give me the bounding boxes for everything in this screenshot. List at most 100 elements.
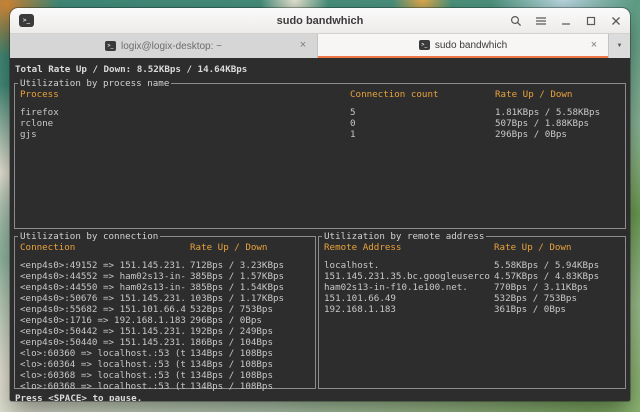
connection-count: 0 <box>350 118 495 129</box>
tab-bar: >_ logix@logix-desktop: ~ × >_ sudo band… <box>10 34 630 58</box>
rate-up-down: 532Bps / 753Bps <box>494 293 625 304</box>
remote-address: 151.101.66.49 <box>324 293 494 304</box>
connection-name: <enp4s0>:50442 => 151.145.231. <box>20 326 190 337</box>
rate-up-down: 296Bps / 0Bps <box>190 315 315 326</box>
connection-count: 1 <box>350 129 495 140</box>
remote-row: 151.101.66.49 532Bps / 753Bps <box>324 293 625 304</box>
remote-address-utilization-box: Utilization by remote address Remote Add… <box>318 236 626 389</box>
maximize-button[interactable] <box>584 15 597 28</box>
connection-name: <lo>:60360 => localhost.:53 (t <box>20 348 190 359</box>
hamburger-icon <box>535 15 547 27</box>
tab-home-shell[interactable]: >_ logix@logix-desktop: ~ × <box>10 34 318 58</box>
connection-name: <lo>:60368 => localhost.:53 (t <box>20 370 190 381</box>
connection-row: <lo>:60364 => localhost.:53 (t 134Bps / … <box>20 359 315 370</box>
maximize-icon <box>585 15 597 27</box>
remote-table-header: Remote Address Rate Up / Down <box>324 242 625 253</box>
terminal-tab-icon: >_ <box>419 40 430 50</box>
remote-row: 151.145.231.35.bc.googleuserco 4.57KBps … <box>324 271 625 282</box>
connection-name: <enp4s0>:55682 => 151.101.66.4 <box>20 304 190 315</box>
remote-address: localhost. <box>324 260 494 271</box>
rate-up-down: 296Bps / 0Bps <box>495 129 625 140</box>
process-row: rclone 0 507Bps / 1.88KBps <box>20 118 625 129</box>
rate-up-down: 134Bps / 108Bps <box>190 359 315 370</box>
rate-up-down: 5.58KBps / 5.94KBps <box>494 260 625 271</box>
rate-up-down: 385Bps / 1.57KBps <box>190 271 315 282</box>
titlebar-buttons <box>509 8 622 34</box>
process-name: gjs <box>20 129 350 140</box>
column-header: Remote Address <box>324 242 494 253</box>
connection-count: 5 <box>350 107 495 118</box>
column-header: Connection <box>20 242 190 253</box>
remote-rows: localhost. 5.58KBps / 5.94KBps 151.145.2… <box>324 260 625 315</box>
bottom-panels: Utilization by connection Connection Rat… <box>14 236 626 389</box>
search-icon <box>510 15 522 27</box>
rate-up-down: 192Bps / 249Bps <box>190 326 315 337</box>
menu-button[interactable] <box>534 15 547 28</box>
chevron-down-icon: ▼ <box>617 43 623 49</box>
box-title: Utilization by process name <box>18 78 171 89</box>
connection-name: <enp4s0>:1716 => 192.168.1.183 <box>20 315 190 326</box>
rate-up-down: 103Bps / 1.17KBps <box>190 293 315 304</box>
column-header: Connection count <box>350 89 495 100</box>
minimize-icon <box>560 15 572 27</box>
connection-name: <enp4s0>:44552 => ham02s13-in- <box>20 271 190 282</box>
remote-row: localhost. 5.58KBps / 5.94KBps <box>324 260 625 271</box>
box-title: Utilization by connection <box>18 231 160 242</box>
connection-row: <enp4s0>:44552 => ham02s13-in- 385Bps / … <box>20 271 315 282</box>
close-icon <box>610 15 622 27</box>
titlebar[interactable]: >_ sudo bandwhich <box>10 8 630 34</box>
connection-row: <enp4s0>:49152 => 151.145.231. 712Bps / … <box>20 260 315 271</box>
tab-label: logix@logix-desktop: ~ <box>121 41 222 52</box>
column-header: Rate Up / Down <box>495 89 625 100</box>
connection-row: <enp4s0>:44550 => ham02s13-in- 385Bps / … <box>20 282 315 293</box>
tab-list-dropdown-button[interactable]: ▼ <box>608 34 630 58</box>
process-row: firefox 5 1.81KBps / 5.58KBps <box>20 107 625 118</box>
rate-up-down: 532Bps / 753Bps <box>190 304 315 315</box>
connection-name: <enp4s0>:44550 => ham02s13-in- <box>20 282 190 293</box>
rate-up-down: 385Bps / 1.54KBps <box>190 282 315 293</box>
rate-up-down: 1.81KBps / 5.58KBps <box>495 107 625 118</box>
process-rows: firefox 5 1.81KBps / 5.58KBps rclone 0 5… <box>20 107 625 140</box>
terminal-viewport[interactable]: Total Rate Up / Down: 8.52KBps / 14.64KB… <box>10 59 630 401</box>
box-title: Utilization by remote address <box>322 231 486 242</box>
connection-name: <enp4s0>:50440 => 151.145.231. <box>20 337 190 348</box>
rate-up-down: 361Bps / 0Bps <box>494 304 625 315</box>
remote-row: ham02s13-in-f10.1e100.net. 770Bps / 3.11… <box>324 282 625 293</box>
rate-up-down: 712Bps / 3.23KBps <box>190 260 315 271</box>
connection-row: <enp4s0>:55682 => 151.101.66.4 532Bps / … <box>20 304 315 315</box>
connection-name: <enp4s0>:49152 => 151.145.231. <box>20 260 190 271</box>
rate-up-down: 507Bps / 1.88KBps <box>495 118 625 129</box>
tab-sudo-bandwhich[interactable]: >_ sudo bandwhich × <box>318 34 608 58</box>
connection-row: <enp4s0>:50676 => 151.145.231. 103Bps / … <box>20 293 315 304</box>
remote-address: 192.168.1.183 <box>324 304 494 315</box>
minimize-button[interactable] <box>559 15 572 28</box>
process-row: gjs 1 296Bps / 0Bps <box>20 129 625 140</box>
connection-rows: <enp4s0>:49152 => 151.145.231. 712Bps / … <box>20 260 315 392</box>
close-button[interactable] <box>609 15 622 28</box>
connection-name: <lo>:60364 => localhost.:53 (t <box>20 359 190 370</box>
remote-address: 151.145.231.35.bc.googleuserco <box>324 271 494 282</box>
tab-label: sudo bandwhich <box>435 40 507 51</box>
process-utilization-box: Utilization by process name Process Conn… <box>14 83 626 229</box>
desktop-background: { "window": { "title": "sudo bandwhich",… <box>0 0 640 412</box>
tab-close-icon[interactable]: × <box>296 38 310 52</box>
rate-up-down: 186Bps / 104Bps <box>190 337 315 348</box>
connection-row: <lo>:60360 => localhost.:53 (t 134Bps / … <box>20 348 315 359</box>
tab-close-icon[interactable]: × <box>587 38 601 52</box>
column-header: Process <box>20 89 350 100</box>
connection-row: <lo>:60368 => localhost.:53 (t 134Bps / … <box>20 381 315 392</box>
search-button[interactable] <box>509 15 522 28</box>
rate-up-down: 770Bps / 3.11KBps <box>494 282 625 293</box>
terminal-window: >_ sudo bandwhich <box>10 8 630 401</box>
remote-address: ham02s13-in-f10.1e100.net. <box>324 282 494 293</box>
column-header: Rate Up / Down <box>190 242 315 253</box>
connection-name: <enp4s0>:50676 => 151.145.231. <box>20 293 190 304</box>
rate-up-down: 134Bps / 108Bps <box>190 381 315 392</box>
connection-name: <lo>:60368 => localhost.:53 (t <box>20 381 190 392</box>
connection-row: <lo>:60368 => localhost.:53 (t 134Bps / … <box>20 370 315 381</box>
remote-row: 192.168.1.183 361Bps / 0Bps <box>324 304 625 315</box>
terminal-tab-icon: >_ <box>105 41 116 51</box>
connection-row: <enp4s0>:50442 => 151.145.231. 192Bps / … <box>20 326 315 337</box>
total-rate-line: Total Rate Up / Down: 8.52KBps / 14.64KB… <box>15 64 626 75</box>
process-name: rclone <box>20 118 350 129</box>
